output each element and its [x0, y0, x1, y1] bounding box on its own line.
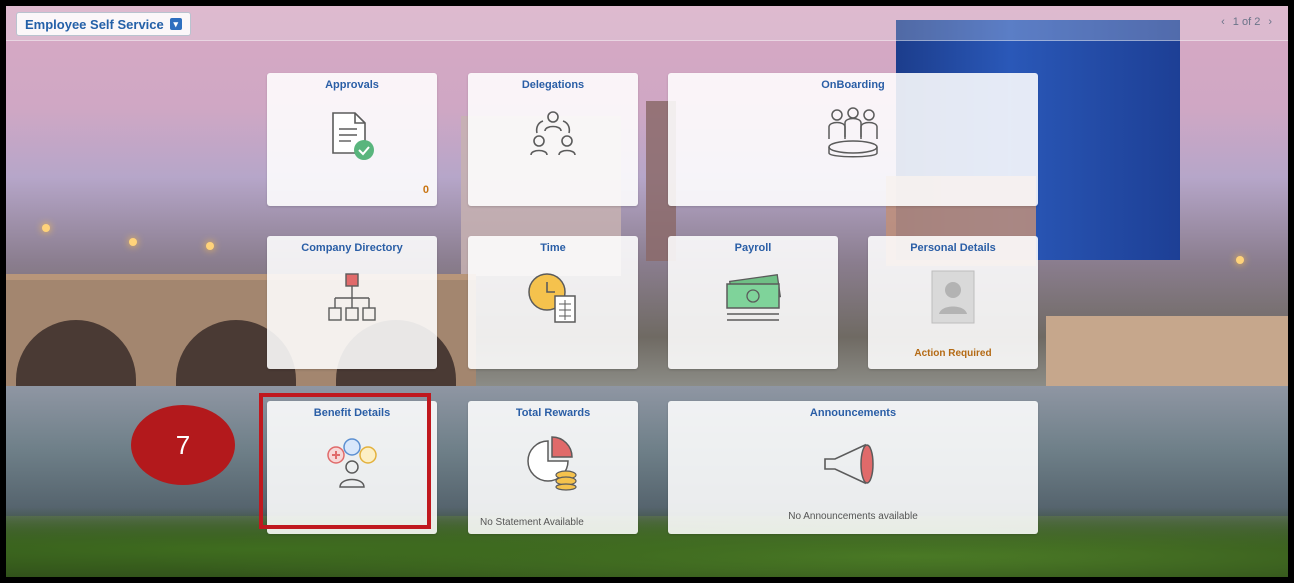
- tile-title: Total Rewards: [515, 407, 591, 419]
- chevron-down-icon: ▾: [169, 18, 182, 30]
- tile-title: Company Directory: [301, 242, 403, 254]
- document-check-icon: [332, 112, 374, 160]
- tile-time[interactable]: Time: [468, 236, 638, 369]
- megaphone-icon: [824, 443, 874, 485]
- money-icon: [726, 274, 782, 321]
- delegation-icon: [530, 111, 576, 156]
- tile-personal-details[interactable]: Personal Details Action Required: [868, 236, 1038, 369]
- person-placeholder-icon: [931, 270, 975, 324]
- tile-title: Payroll: [734, 242, 772, 254]
- page-indicator: 1 of 2: [1232, 16, 1261, 28]
- action-required-status: Action Required: [914, 348, 992, 359]
- pie-coins-icon: [527, 436, 577, 491]
- tile-title: Delegations: [521, 79, 585, 91]
- tile-total-rewards[interactable]: Total Rewards No Statement Available: [468, 401, 638, 534]
- homepage-label: Employee Self Service: [25, 16, 164, 32]
- tile-delegations[interactable]: Delegations: [468, 73, 638, 206]
- tile-title: OnBoarding: [821, 79, 885, 91]
- tile-title: Approvals: [325, 79, 379, 91]
- background-image: [6, 6, 1288, 577]
- homepage-pager: ‹ 1 of 2 ›: [1221, 16, 1272, 28]
- step-marker: 7: [131, 405, 235, 485]
- clock-document-icon: [528, 273, 576, 323]
- tile-title: Personal Details: [910, 242, 996, 254]
- announcements-footer: No Announcements available: [788, 511, 918, 522]
- tile-title: Time: [540, 242, 566, 254]
- tile-onboarding[interactable]: OnBoarding: [668, 73, 1038, 206]
- homepage-selector[interactable]: Employee Self Service ▾: [16, 12, 191, 36]
- team-icon: [828, 107, 878, 158]
- org-chart-icon: [328, 273, 376, 321]
- rewards-footer: No Statement Available: [480, 517, 584, 528]
- greenery: [6, 507, 1288, 577]
- chevron-left-icon[interactable]: ‹: [1221, 16, 1225, 28]
- tile-title: Announcements: [809, 407, 897, 419]
- chevron-right-icon[interactable]: ›: [1268, 16, 1272, 28]
- tile-approvals[interactable]: Approvals 0: [267, 73, 437, 206]
- tile-company-directory[interactable]: Company Directory: [267, 236, 437, 369]
- approvals-count: 0: [422, 184, 429, 196]
- homepage-header: Employee Self Service ▾ ‹ 1 of 2 ›: [6, 6, 1288, 41]
- tile-payroll[interactable]: Payroll: [668, 236, 838, 369]
- tile-announcements[interactable]: Announcements No Announcements available: [668, 401, 1038, 534]
- shore: [1046, 316, 1288, 386]
- highlight-box: [259, 393, 431, 529]
